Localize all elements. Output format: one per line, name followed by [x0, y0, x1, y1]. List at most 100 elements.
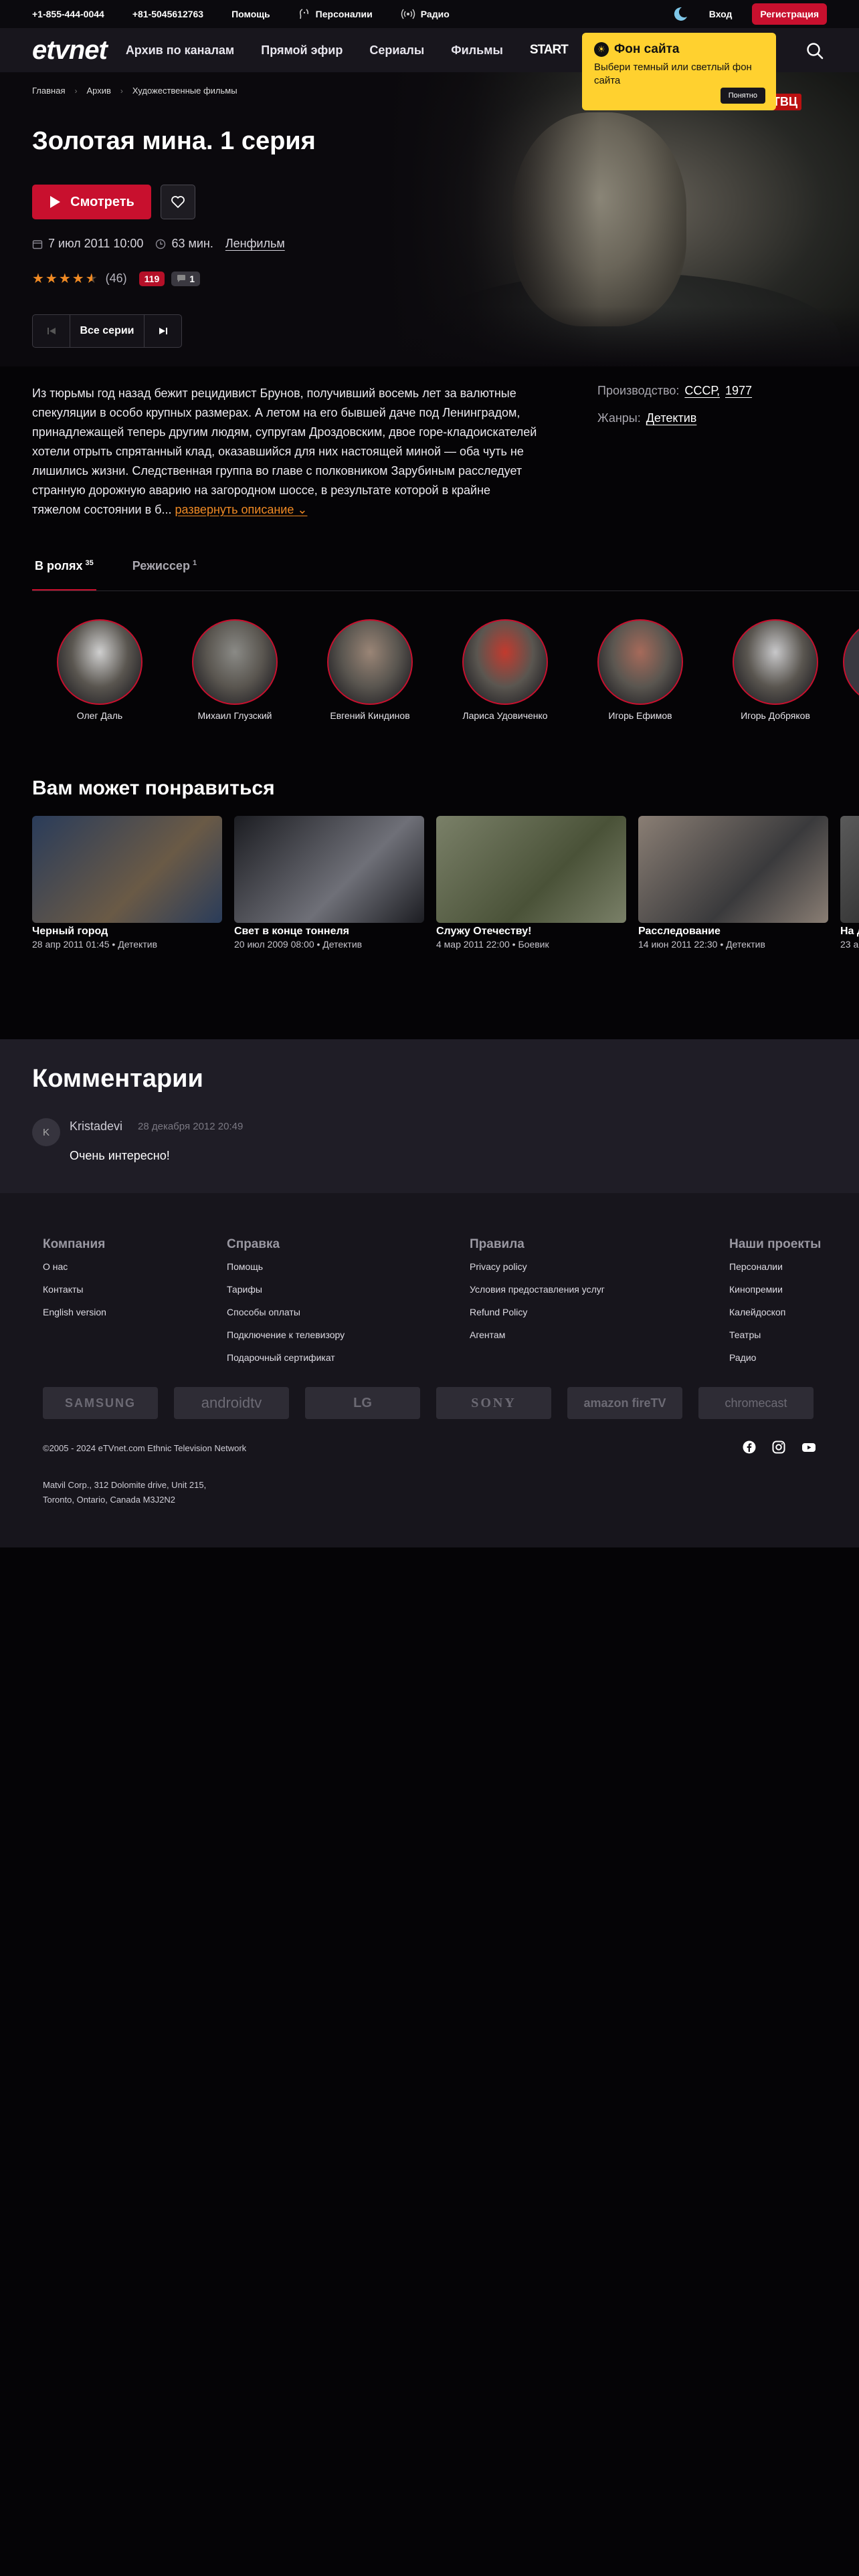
recommend-title: Вам может понравиться — [32, 777, 275, 799]
nav-archive[interactable]: Архив по каналам — [126, 43, 234, 58]
rating-stars[interactable]: ★★★★★ — [32, 270, 99, 287]
nav-films[interactable]: Фильмы — [451, 43, 503, 58]
instagram-icon[interactable] — [772, 1440, 785, 1454]
footer-link[interactable]: Кинопремии — [729, 1284, 821, 1295]
etvnet-logo[interactable]: etvnet — [32, 35, 108, 66]
cast-member[interactable] — [843, 619, 859, 726]
cast-member[interactable]: Олег Даль — [32, 619, 167, 726]
rating: ★★★★★ (46) 119 1 — [32, 270, 201, 287]
recommend-card-meta: 23 а — [840, 939, 859, 950]
footer-link[interactable]: Условия предоставления услуг — [470, 1284, 605, 1295]
samsung-logo[interactable]: SAMSUNG — [43, 1387, 158, 1419]
phone-link-2[interactable]: +81-5045612763 — [132, 9, 203, 19]
comments-badge[interactable]: 1 — [171, 271, 201, 286]
recommend-card[interactable]: Свет в конце тоннеля 20 июл 2009 08:00 • … — [234, 816, 424, 956]
breadcrumb-home[interactable]: Главная — [32, 86, 65, 96]
movie-info: Производство: СССР, 1977 Жанры: Детектив — [597, 384, 752, 439]
recommend-card-meta: 20 июл 2009 08:00 • Детектив — [234, 939, 363, 950]
footer-link[interactable]: Privacy policy — [470, 1261, 605, 1272]
footer-link[interactable]: Театры — [729, 1329, 821, 1340]
cast-member[interactable]: Игорь Добряков — [708, 619, 843, 726]
footer-link[interactable]: Персоналии — [729, 1261, 821, 1272]
footer-link[interactable]: Подарочный сертификат — [227, 1352, 345, 1363]
year-link[interactable]: 1977 — [725, 384, 752, 398]
nav-live[interactable]: Прямой эфир — [261, 43, 343, 58]
facebook-icon[interactable] — [743, 1440, 756, 1454]
footer-link[interactable]: Радио — [729, 1352, 821, 1363]
personalii-link[interactable]: Персоналии — [298, 8, 373, 20]
previous-episode-icon[interactable] — [33, 315, 70, 347]
comments-title: Комментарии — [32, 1065, 203, 1093]
avatar — [462, 619, 548, 705]
phone-link-1[interactable]: +1-855-444-0044 — [32, 9, 104, 19]
breadcrumb-films[interactable]: Художественные фильмы — [132, 86, 237, 96]
youtube-icon[interactable] — [801, 1440, 816, 1454]
androidtv-logo[interactable]: androidtv — [174, 1387, 289, 1419]
footer-link[interactable]: Подключение к телевизору — [227, 1329, 345, 1340]
studio-link[interactable]: Ленфильм — [225, 237, 285, 251]
nav-series[interactable]: Сериалы — [369, 43, 424, 58]
footer-link[interactable]: Тарифы — [227, 1284, 345, 1295]
page-title: Золотая мина. 1 серия — [32, 127, 316, 155]
recommend-card[interactable]: На Д 23 а — [840, 816, 859, 956]
tooltip-ok-button[interactable]: Понятно — [720, 88, 765, 104]
copyright: ©2005 - 2024 eTVnet.com Ethnic Televisio… — [43, 1443, 247, 1453]
face-icon — [299, 9, 308, 19]
recommend-card[interactable]: Служу Отечеству! 4 мар 2011 22:00 • Боеви… — [436, 816, 626, 956]
avatar — [843, 619, 859, 705]
radio-label: Радио — [420, 9, 450, 19]
help-link[interactable]: Помощь — [231, 9, 270, 19]
footer-link[interactable]: Помощь — [227, 1261, 345, 1272]
amazon-firetv-logo[interactable]: amazon fireTV — [567, 1387, 682, 1419]
duration: 63 мин. — [171, 237, 213, 250]
tab-cast[interactable]: В ролях 35 — [32, 559, 96, 591]
footer-link[interactable]: English version — [43, 1307, 106, 1317]
production-label: Производство: — [597, 384, 680, 397]
watch-button[interactable]: Смотреть — [32, 185, 151, 219]
recommend-card-title: Расследование — [638, 926, 721, 937]
cast-member[interactable]: Евгений Киндинов — [302, 619, 438, 726]
recommend-card[interactable]: Черный город 28 апр 2011 01:45 • Детектив — [32, 816, 222, 956]
radio-link[interactable]: Радио — [401, 8, 450, 20]
all-series-button[interactable]: Все серии — [70, 325, 144, 337]
personalii-label: Персоналии — [315, 9, 373, 19]
cast-member-name: Михаил Глузский — [197, 710, 272, 721]
country-link[interactable]: СССР, — [684, 384, 720, 398]
sony-logo[interactable]: SONY — [436, 1387, 551, 1419]
footer-link[interactable]: Агентам — [470, 1329, 605, 1340]
footer-link[interactable]: Способы оплаты — [227, 1307, 345, 1317]
nav-start[interactable]: START — [530, 43, 569, 58]
tab-director[interactable]: Режиссер 1 — [130, 559, 199, 591]
register-button[interactable]: Регистрация — [752, 3, 827, 25]
cast-member[interactable]: Михаил Глузский — [167, 619, 302, 726]
footer-projects: Наши проекты Персоналии Кинопремии Калей… — [729, 1237, 822, 1363]
cast-member-name: Игорь Ефимов — [608, 710, 672, 721]
recommend-card-meta: 28 апр 2011 01:45 • Детектив — [32, 939, 158, 950]
comment-author[interactable]: Kristadevi — [70, 1119, 122, 1134]
people-tabs: В ролях 35 Режиссер 1 — [32, 559, 859, 591]
recommend-card[interactable]: Расследование 14 июн 2011 22:30 • Детекти… — [638, 816, 828, 956]
chromecast-logo[interactable]: chromecast — [698, 1387, 814, 1419]
expand-description-link[interactable]: развернуть описание ⌄ — [175, 503, 308, 516]
footer-link[interactable]: Калейдоскоп — [729, 1307, 821, 1317]
favorite-button[interactable] — [161, 185, 195, 219]
theme-moon-icon[interactable] — [672, 5, 689, 23]
comment-icon — [177, 275, 186, 282]
radio-icon — [401, 9, 415, 19]
breadcrumb-archive[interactable]: Архив — [86, 86, 110, 96]
cast-member[interactable]: Игорь Ефимов — [573, 619, 708, 726]
cast-member[interactable]: Лариса Удовиченко — [438, 619, 573, 726]
lg-logo[interactable]: LG — [305, 1387, 420, 1419]
search-icon[interactable] — [805, 41, 824, 60]
comment-date: 28 декабря 2012 20:49 — [138, 1121, 244, 1132]
login-button[interactable]: Вход — [709, 9, 733, 19]
views-badge: 119 — [138, 271, 165, 286]
comments-section: Комментарии K Kristadevi 28 декабря 2012… — [0, 1039, 859, 1193]
theme-tooltip: ☀ Фон сайта Выбери темный или светлый фо… — [582, 33, 776, 110]
next-episode-icon[interactable] — [144, 315, 181, 347]
footer-link[interactable]: Контакты — [43, 1284, 106, 1295]
genre-link[interactable]: Детектив — [646, 411, 697, 425]
recommend-thumbnail — [436, 816, 626, 923]
footer-link[interactable]: О нас — [43, 1261, 106, 1272]
footer-link[interactable]: Refund Policy — [470, 1307, 605, 1317]
